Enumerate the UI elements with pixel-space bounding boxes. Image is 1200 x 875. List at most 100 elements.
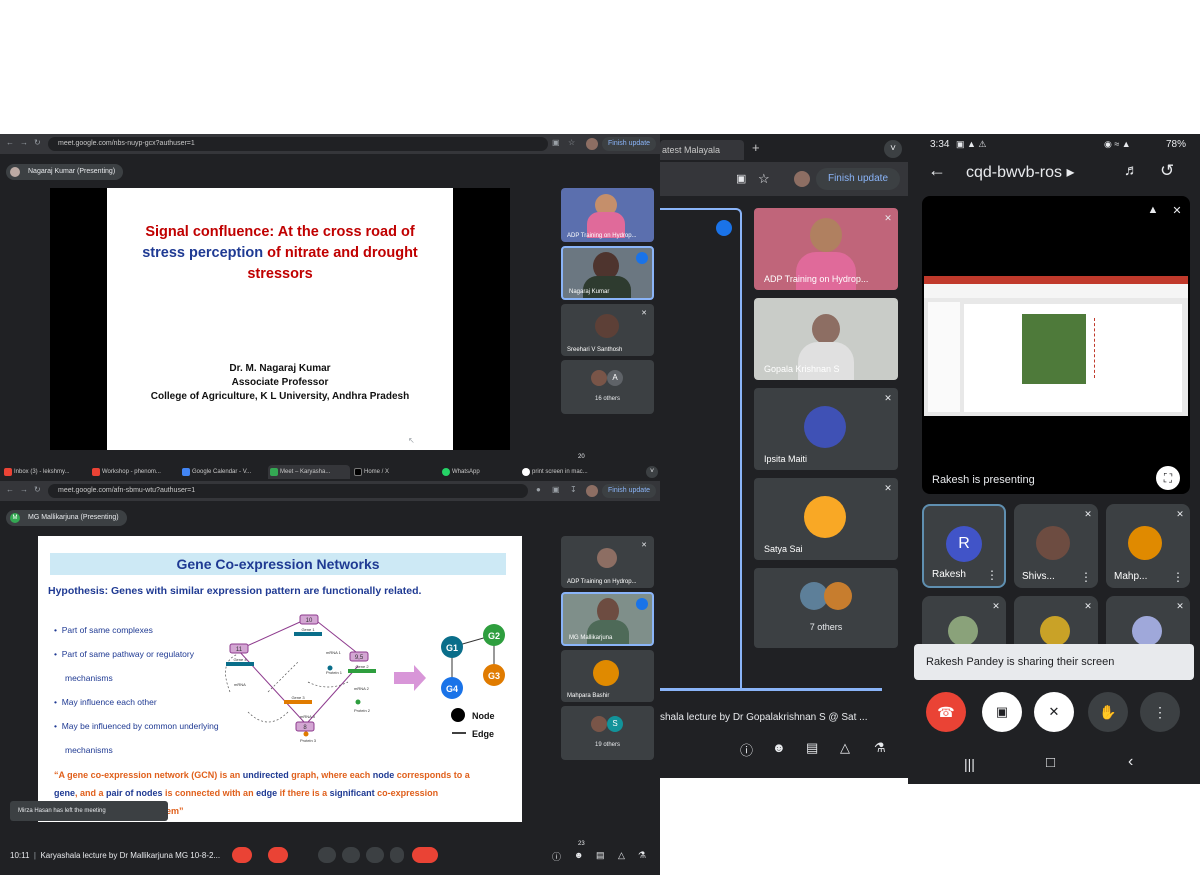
reload-icon[interactable]: ↻ (34, 485, 41, 494)
tile-name: 16 others (594, 396, 621, 402)
back-nav-icon[interactable]: ‹ (1128, 753, 1133, 771)
activities-icon[interactable]: △ (840, 740, 850, 756)
fullscreen-icon[interactable]: ⛶ (1156, 466, 1180, 490)
host-controls-icon[interactable]: ⚗ (638, 850, 646, 861)
presenting-label: Rakesh is presenting (932, 474, 1035, 486)
participant-tile-others[interactable]: 7 others (754, 568, 898, 648)
tab-calendar[interactable]: Google Calendar - V... (180, 465, 266, 479)
camera-off-button[interactable]: ▣ (982, 692, 1022, 732)
download-icon[interactable]: ↧ (570, 485, 577, 494)
mic-icon[interactable]: ● (536, 485, 541, 494)
participant-tile-satya[interactable]: ✕ Satya Sai (754, 478, 898, 560)
participant-tile-adp[interactable]: ADP Training on Hydrop... (561, 188, 654, 242)
back-icon[interactable]: ← (6, 138, 14, 147)
address-bar[interactable]: meet.google.com/nbs-nuyp-gcx?authuser=1 (48, 137, 548, 151)
participant-tile-adp[interactable]: ✕ ADP Training on Hydrop... (561, 536, 654, 588)
info-icon[interactable]: ⓘ (552, 850, 561, 863)
star-icon[interactable]: ☆ (568, 138, 575, 147)
graph-node-g1: G1 (446, 643, 458, 653)
leave-call-button[interactable] (412, 847, 438, 863)
meeting-code[interactable]: cqd-bwvb-ros ▸ (966, 162, 1075, 182)
pin-icon[interactable]: ▲ (1144, 204, 1162, 222)
raise-hand-button[interactable]: ✋ (1088, 692, 1128, 732)
host-controls-icon[interactable]: ⚗ (874, 740, 886, 756)
participant-tile-nagaraj[interactable]: Nagaraj Kumar (561, 246, 654, 300)
participant-tile-others[interactable]: S 19 others (561, 706, 654, 760)
home-nav-icon[interactable]: □ (1046, 754, 1055, 771)
participant-avatar (804, 496, 846, 538)
participant-tile-row2-3[interactable]: ✕ (1106, 596, 1190, 646)
browser-tabstrip: Inbox (3) - lekshmy... Workshop - phenom… (0, 463, 660, 481)
chat-icon[interactable]: ▤ (806, 740, 818, 756)
participant-tile-others[interactable]: A 16 others (561, 360, 654, 414)
tab-x[interactable]: Home / X (352, 465, 438, 479)
tab-label: Workshop - phenom... (102, 469, 161, 475)
tab-whatsapp[interactable]: WhatsApp (440, 465, 518, 479)
browser-toolbar: ▣ ☆ Finish update (660, 162, 908, 196)
end-call-button[interactable]: ☎ (926, 692, 966, 732)
info-icon[interactable]: ⓘ (740, 740, 753, 759)
more-options-button[interactable]: ⋮ (1140, 692, 1180, 732)
participant-tile-gopala[interactable]: Gopala Krishnan S (754, 298, 898, 380)
participant-tile-rakesh[interactable]: R Rakesh ⋮ (922, 504, 1006, 588)
forward-icon[interactable]: → (20, 138, 28, 147)
reload-icon[interactable]: ↻ (34, 138, 41, 147)
participant-tile-mahp[interactable]: ✕ Mahp... ⋮ (1106, 504, 1190, 588)
tab-inbox[interactable]: Inbox (3) - lekshmy... (2, 465, 88, 479)
chat-icon[interactable]: ▤ (596, 850, 605, 861)
mic-off-icon: ✕ (992, 601, 1000, 611)
diagram-gene-label: Gene 1 (301, 627, 315, 632)
participant-video-body (587, 620, 629, 644)
chevron-down-icon[interactable]: ˅ (884, 140, 902, 158)
cast-icon[interactable]: ▣ (736, 172, 746, 185)
profile-avatar[interactable] (586, 485, 598, 497)
people-icon[interactable]: ☻ (574, 850, 583, 860)
emoji-button[interactable] (318, 847, 336, 863)
back-arrow-icon[interactable]: ← (928, 160, 946, 181)
more-options-button[interactable] (390, 847, 404, 863)
participant-tile-adp[interactable]: ✕ ADP Training on Hydrop... (754, 208, 898, 290)
shared-screen-view[interactable]: ▲ ✕ Rakesh is presenting ⛶ (922, 196, 1190, 494)
profile-avatar[interactable] (794, 171, 810, 187)
present-button[interactable] (342, 847, 360, 863)
cast-icon[interactable]: ▣ (552, 485, 560, 494)
finish-update-button[interactable]: Finish update (602, 484, 657, 498)
camera-off-button[interactable] (268, 847, 288, 863)
address-bar[interactable]: meet.google.com/afn-sbmu-wtu?authuser=1 (48, 484, 528, 498)
participant-tile-sreehari[interactable]: ✕ Sreehari V Santhosh (561, 304, 654, 356)
speaker-icon[interactable]: ♬ (1124, 162, 1139, 179)
back-icon[interactable]: ← (6, 485, 14, 494)
forward-icon[interactable]: → (20, 485, 28, 494)
tab-search-chevron-icon[interactable]: ˅ (646, 466, 658, 478)
people-icon[interactable]: ☻ (772, 740, 786, 755)
tab-meet[interactable]: Meet – Karyasha... (268, 465, 350, 479)
tab-workshop[interactable]: Workshop - phenom... (90, 465, 178, 479)
activities-icon[interactable]: △ (618, 850, 625, 861)
profile-avatar[interactable] (586, 138, 598, 150)
mic-off-button[interactable] (232, 847, 252, 863)
active-speaker-tile[interactable] (660, 208, 742, 688)
participant-tile-mallikarjuna[interactable]: MG Mallikarjuna (561, 592, 654, 646)
participant-tile-mahpara[interactable]: Mahpara Bashir (561, 650, 654, 702)
participant-tile-shivs[interactable]: ✕ Shivs... ⋮ (1014, 504, 1098, 588)
star-icon[interactable]: ☆ (758, 171, 770, 187)
recents-nav-icon[interactable]: ||| (964, 756, 975, 772)
diagram-node-label: 10 (306, 618, 313, 624)
finish-update-button[interactable]: Finish update (816, 168, 900, 190)
tab-search[interactable]: print screen in mac... (520, 465, 604, 479)
more-vert-icon[interactable]: ⋮ (986, 568, 998, 582)
mic-off-button[interactable]: ✕ (1034, 692, 1074, 732)
more-vert-icon[interactable]: ⋮ (1172, 570, 1184, 584)
more-vert-icon[interactable]: ⋮ (1080, 570, 1092, 584)
google-icon (522, 468, 530, 476)
cast-icon[interactable]: ▣ (552, 138, 560, 147)
switch-camera-icon[interactable]: ↺ (1160, 161, 1174, 181)
finish-update-button[interactable]: Finish update (602, 137, 657, 151)
participant-tile-row2-1[interactable]: ✕ (922, 596, 1006, 646)
raise-hand-button[interactable] (366, 847, 384, 863)
participant-tile-row2-2[interactable]: ✕ (1014, 596, 1098, 646)
tab-malayalam[interactable]: atest Malayala (660, 140, 744, 160)
new-tab-button[interactable]: + (752, 140, 760, 155)
participant-avatar (824, 582, 852, 610)
participant-tile-ipsita[interactable]: ✕ Ipsita Maiti (754, 388, 898, 470)
